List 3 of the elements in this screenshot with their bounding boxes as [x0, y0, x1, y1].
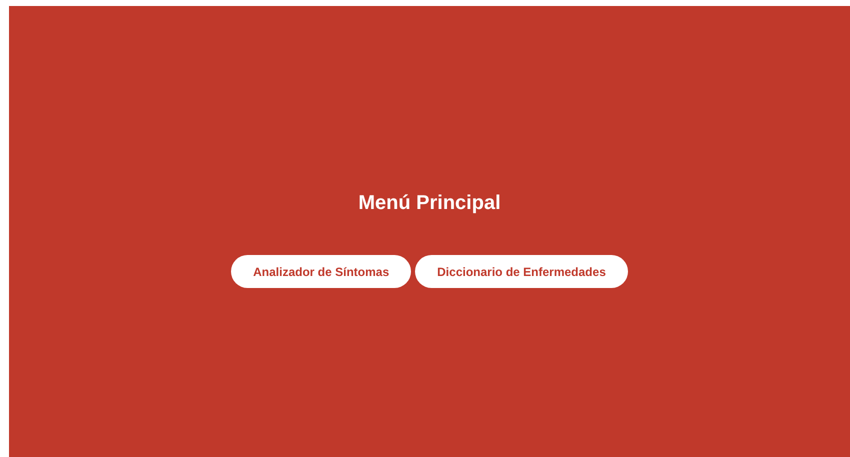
- menu-button[interactable]: Analizador de Síntomas: [231, 255, 412, 288]
- menu-button[interactable]: Diccionario de Enfermedades: [415, 255, 628, 288]
- menu-title: Menú Principal: [358, 191, 501, 216]
